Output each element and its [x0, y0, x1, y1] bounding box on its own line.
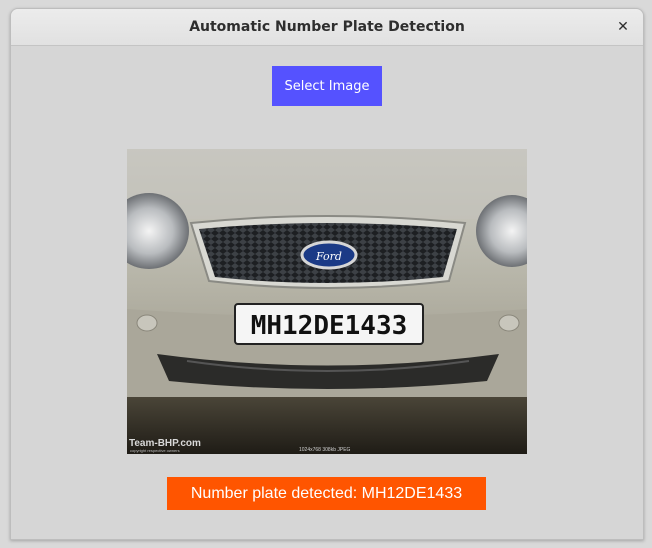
image-info: 1024x768 308kb JPEG: [299, 447, 351, 453]
app-window: Automatic Number Plate Detection ✕ Selec…: [10, 8, 644, 540]
detection-result: Number plate detected: MH12DE1433: [167, 477, 486, 510]
title-bar: Automatic Number Plate Detection ✕: [11, 9, 643, 46]
watermark-sub: copyright respective owners: [130, 448, 180, 453]
plate-text: MH12DE1433: [251, 311, 408, 341]
window-title: Automatic Number Plate Detection: [189, 19, 465, 35]
ford-logo: Ford: [315, 250, 342, 263]
select-image-button[interactable]: Select Image: [272, 66, 382, 106]
close-icon[interactable]: ✕: [613, 17, 633, 37]
car-image: Ford MH12DE1433 Team-BHP.com copyright r…: [127, 149, 527, 454]
